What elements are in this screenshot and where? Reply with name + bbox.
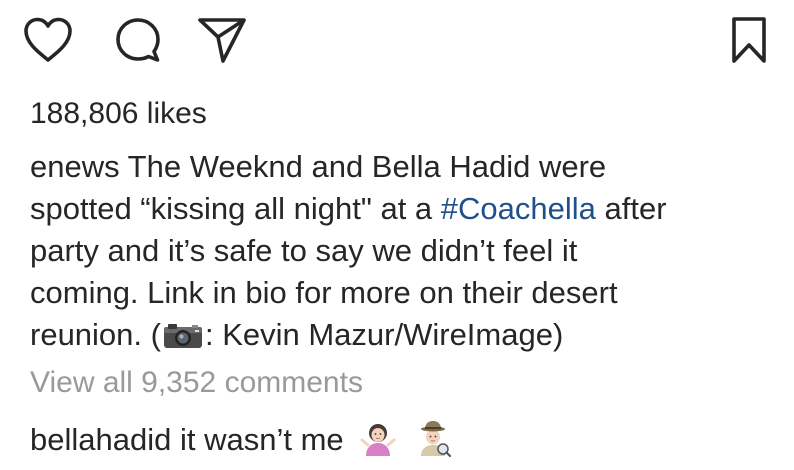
comment-button[interactable] <box>112 14 164 66</box>
post-action-bar <box>0 0 794 85</box>
speech-bubble-icon <box>116 18 160 62</box>
hashtag-link[interactable]: #Coachella <box>441 191 596 226</box>
caption-line-4: coming. Link in bio for more on their de… <box>30 275 618 310</box>
heart-outline-icon <box>24 17 72 62</box>
bookmark-icon <box>732 17 766 63</box>
caption-text-line5-suffix: : Kevin Mazur/WireImage) <box>204 317 564 352</box>
comment-username[interactable]: bellahadid <box>30 422 171 457</box>
likes-count[interactable]: 188,806 likes <box>30 94 207 134</box>
caption-username[interactable]: enews <box>30 149 120 184</box>
view-all-comments-link[interactable]: View all 9,352 comments <box>30 363 363 403</box>
comment-row: bellahadid it wasn’t me <box>30 418 453 461</box>
caption-line-1: enews The Weeknd and Bella Hadid were <box>30 146 778 188</box>
like-button[interactable] <box>22 14 74 66</box>
caption-text-line1: The Weeknd and Bella Hadid were <box>127 149 607 184</box>
comment-text: it wasn’t me <box>179 422 344 457</box>
caption-text-line5-prefix: reunion. ( <box>30 317 161 352</box>
caption-line-5: reunion. ( : Kevin Mazur/WireImage) <box>30 314 778 356</box>
post-caption: enews The Weeknd and Bella Hadid were sp… <box>30 146 778 356</box>
caption-line-2: spotted “kissing all night" at a #Coache… <box>30 188 778 230</box>
caption-text-line2-suffix: after <box>604 191 667 226</box>
person-shrugging-emoji-icon <box>360 424 396 456</box>
caption-line-3: party and it’s safe to say we didn’t fee… <box>30 233 578 268</box>
detective-emoji-icon <box>420 421 452 458</box>
caption-text-line2-prefix: spotted “kissing all night" at a <box>30 191 433 226</box>
save-button[interactable] <box>723 14 775 66</box>
share-button[interactable] <box>196 14 248 66</box>
camera-emoji-icon <box>163 324 202 348</box>
paper-plane-icon <box>198 18 246 63</box>
